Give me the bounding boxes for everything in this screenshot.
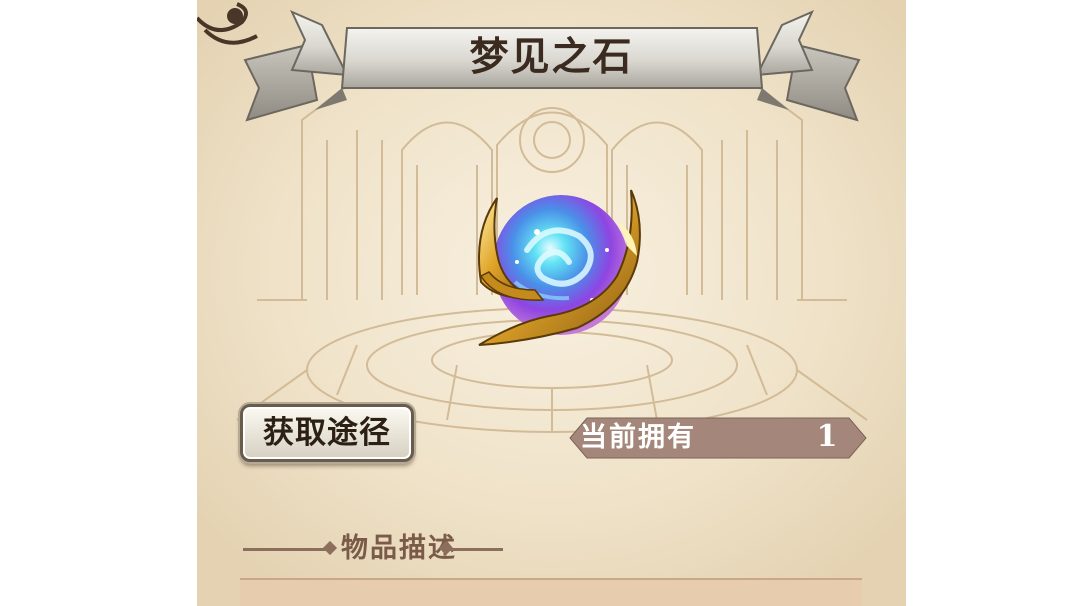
acquire-route-button[interactable]: 获取途径: [240, 404, 414, 462]
item-name: 梦见之石: [469, 35, 634, 80]
description-header: 物品描述: [237, 526, 507, 572]
description-box: [240, 578, 862, 606]
divider-left: [243, 548, 331, 551]
item-detail-panel: 梦见之石 获取途径 当前拥有 1 物品描述: [197, 0, 906, 606]
acquire-route-label: 获取途径: [263, 415, 391, 451]
owned-label: 当前拥有: [580, 422, 696, 453]
item-scene: [197, 0, 906, 606]
divider-left-diamond: [322, 540, 338, 556]
owned-count: 1: [816, 419, 838, 454]
divider-right: [445, 548, 503, 551]
